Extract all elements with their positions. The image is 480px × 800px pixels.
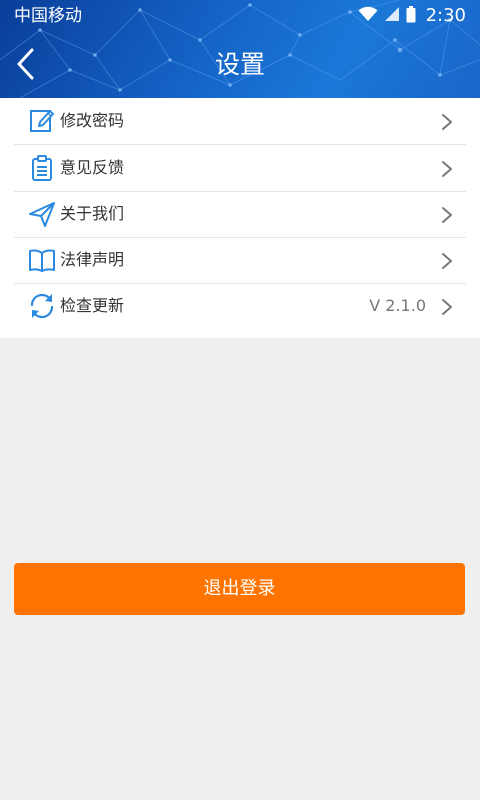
status-time: 2:30 <box>425 5 466 26</box>
chevron-right-icon <box>440 298 454 316</box>
menu-item-check-update[interactable]: 检查更新 V 2.1.0 <box>14 283 466 329</box>
title-bar: 设置 <box>0 34 480 98</box>
book-icon <box>28 246 56 274</box>
chevron-right-icon <box>440 113 454 131</box>
status-icons: 2:30 <box>358 4 466 28</box>
carrier-name: 中国移动 <box>14 6 82 26</box>
app-version: V 2.1.0 <box>369 296 426 315</box>
settings-menu: 修改密码 意见反馈 关于我们 法律声明 检查更新 V 2.1.0 <box>0 98 480 338</box>
menu-item-change-password[interactable]: 修改密码 <box>14 98 466 145</box>
menu-item-legal-notice[interactable]: 法律声明 <box>14 237 466 284</box>
wifi-icon <box>358 6 378 26</box>
chevron-right-icon <box>440 160 454 178</box>
menu-item-feedback[interactable]: 意见反馈 <box>14 145 466 192</box>
clipboard-icon <box>28 154 56 182</box>
signal-icon <box>384 6 400 26</box>
chevron-right-icon <box>440 252 454 270</box>
header: 中国移动 2:30 设置 <box>0 0 480 98</box>
status-bar: 中国移动 2:30 <box>0 0 480 34</box>
menu-item-label: 修改密码 <box>60 111 125 130</box>
battery-icon <box>406 5 416 27</box>
page-title: 设置 <box>214 50 265 79</box>
logout-button[interactable]: 退出登录 <box>14 563 465 615</box>
chevron-right-icon <box>440 206 454 224</box>
edit-icon <box>28 107 56 135</box>
menu-item-label: 法律声明 <box>60 250 125 269</box>
menu-item-label: 检查更新 <box>60 296 125 315</box>
paper-plane-icon <box>28 200 56 228</box>
menu-item-about-us[interactable]: 关于我们 <box>14 191 466 238</box>
menu-item-label: 关于我们 <box>60 204 125 223</box>
menu-item-label: 意见反馈 <box>60 158 125 177</box>
refresh-icon <box>28 292 56 320</box>
